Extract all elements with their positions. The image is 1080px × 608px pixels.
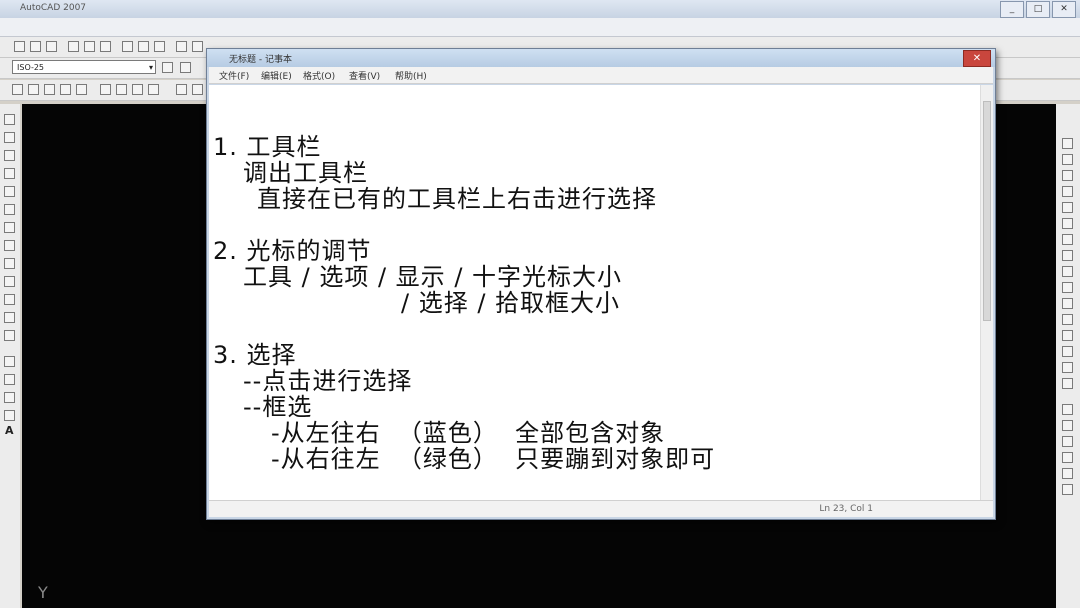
notepad-text-area[interactable]: 1. 工具栏 调出工具栏 直接在已有的工具栏上右击进行选择 2. 光标的调节 工… (209, 85, 981, 501)
dim-radius-icon[interactable] (76, 84, 87, 95)
layer-state-icon[interactable] (162, 62, 173, 73)
open-icon[interactable] (30, 41, 41, 52)
circle-icon[interactable] (4, 222, 15, 233)
notepad-window: 无标题 - 记事本 ✕ 文件(F) 编辑(E) 格式(O) 查看(V) 帮助(H… (206, 48, 996, 520)
layer-dropdown[interactable]: ISO-25 ▾ (12, 60, 156, 74)
copy-object-icon[interactable] (1062, 154, 1073, 165)
copy-icon[interactable] (138, 41, 149, 52)
cursor-position: Ln 23, Col 1 (819, 504, 873, 514)
menu-help[interactable]: 帮助(H) (395, 69, 427, 82)
spline-icon[interactable] (4, 258, 15, 269)
snap-intersection-icon[interactable] (1062, 436, 1073, 447)
block-icon[interactable] (176, 84, 187, 95)
mirror-icon[interactable] (1062, 170, 1073, 181)
scale-icon[interactable] (1062, 250, 1073, 261)
notepad-close-button[interactable]: ✕ (963, 50, 991, 67)
paste-icon[interactable] (154, 41, 165, 52)
text-line: / 选择 / 拾取框大小 (401, 289, 621, 317)
new-icon[interactable] (14, 41, 25, 52)
revcloud-icon[interactable] (4, 240, 15, 251)
fillet-icon[interactable] (1062, 362, 1073, 373)
rotate-object-icon[interactable] (1062, 234, 1073, 245)
menu-edit[interactable]: 编辑(E) (261, 69, 292, 82)
print-icon[interactable] (68, 41, 79, 52)
draw-line-icon[interactable] (4, 114, 15, 125)
notepad-menu-bar: 文件(F) 编辑(E) 格式(O) 查看(V) 帮助(H) (209, 67, 993, 84)
chamfer-icon[interactable] (1062, 346, 1073, 357)
offset-icon[interactable] (1062, 186, 1073, 197)
modify-toolbar (1056, 104, 1080, 608)
hatch-icon[interactable] (132, 84, 143, 95)
line-icon[interactable] (12, 84, 23, 95)
publish-icon[interactable] (100, 41, 111, 52)
hatch-draw-icon[interactable] (4, 356, 15, 367)
close-button[interactable]: ✕ (1052, 1, 1076, 18)
rectangle-icon[interactable] (4, 186, 15, 197)
snap-midpoint-icon[interactable] (1062, 420, 1073, 431)
notepad-title: 无标题 - 记事本 (229, 55, 292, 65)
snap-tangent-icon[interactable] (1062, 484, 1073, 495)
insert-block-icon[interactable] (4, 312, 15, 323)
menu-file[interactable]: 文件(F) (219, 69, 249, 82)
notepad-status-bar: Ln 23, Col 1 (209, 500, 993, 517)
chevron-down-icon: ▾ (148, 63, 153, 72)
stretch-icon[interactable] (1062, 266, 1073, 277)
ellipse-arc-icon[interactable] (4, 294, 15, 305)
scrollbar-thumb[interactable] (983, 101, 991, 321)
maximize-button[interactable]: □ (1026, 1, 1050, 18)
move-icon[interactable] (1062, 218, 1073, 229)
arc-icon[interactable] (28, 84, 39, 95)
notepad-title-bar[interactable]: 无标题 - 记事本 ✕ (207, 49, 995, 67)
break-icon[interactable] (1062, 314, 1073, 325)
draw-toolbar: A (0, 104, 20, 608)
undo-icon[interactable] (192, 41, 203, 52)
layer-prev-icon[interactable] (180, 62, 191, 73)
text-line: 直接在已有的工具栏上右击进行选择 (257, 185, 657, 213)
save-icon[interactable] (46, 41, 57, 52)
snap-endpoint-icon[interactable] (1062, 404, 1073, 415)
menu-view[interactable]: 查看(V) (349, 69, 380, 82)
gradient-icon[interactable] (4, 374, 15, 385)
app-menu-bar (0, 18, 1080, 37)
rotate-icon[interactable] (100, 84, 111, 95)
dim-aligned-icon[interactable] (60, 84, 71, 95)
snap-center-icon[interactable] (1062, 452, 1073, 463)
explode-icon[interactable] (1062, 378, 1073, 389)
text-line: -从右往左 （绿色） 只要蹦到对象即可 (271, 445, 716, 473)
measure-icon[interactable] (148, 84, 159, 95)
dim-icon[interactable] (44, 84, 55, 95)
array-icon[interactable] (1062, 202, 1073, 213)
match-icon[interactable] (176, 41, 187, 52)
app-title-bar: AutoCAD 2007 _ □ ✕ (0, 0, 1080, 19)
ellipse-icon[interactable] (4, 276, 15, 287)
window-controls: _ □ ✕ (1000, 1, 1076, 18)
app-title: AutoCAD 2007 (20, 3, 87, 13)
arc-draw-icon[interactable] (4, 204, 15, 215)
menu-format[interactable]: 格式(O) (303, 69, 335, 82)
snap-quadrant-icon[interactable] (1062, 468, 1073, 479)
extend-icon[interactable] (1062, 298, 1073, 309)
polygon-icon[interactable] (4, 168, 15, 179)
text-icon[interactable] (116, 84, 127, 95)
trim-icon[interactable] (1062, 282, 1073, 293)
construction-line-icon[interactable] (4, 132, 15, 143)
multiline-text-icon[interactable]: A (5, 424, 14, 437)
join-icon[interactable] (1062, 330, 1073, 341)
minimize-button[interactable]: _ (1000, 1, 1024, 18)
preview-icon[interactable] (84, 41, 95, 52)
make-block-icon[interactable] (4, 330, 15, 341)
region-icon[interactable] (4, 392, 15, 403)
ucs-axis-y-label: Y (38, 583, 48, 602)
layer-value: ISO-25 (17, 63, 45, 72)
erase-icon[interactable] (1062, 138, 1073, 149)
insert-icon[interactable] (192, 84, 203, 95)
cut-icon[interactable] (122, 41, 133, 52)
vertical-scrollbar[interactable] (980, 85, 993, 501)
table-icon[interactable] (4, 410, 15, 421)
polyline-icon[interactable] (4, 150, 15, 161)
